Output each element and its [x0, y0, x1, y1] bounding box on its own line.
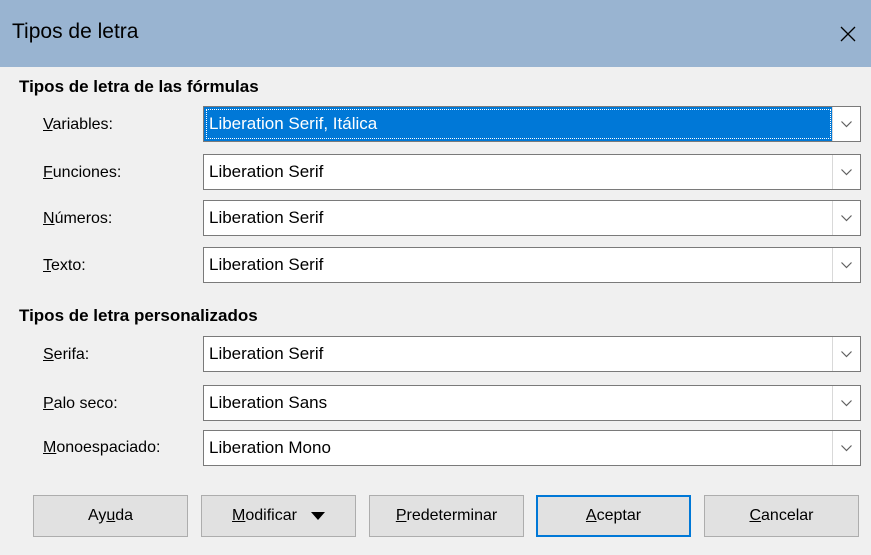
modify-button[interactable]: Modificar — [201, 495, 356, 537]
ok-button[interactable]: Aceptar — [536, 495, 691, 537]
chevron-down-icon — [841, 444, 852, 451]
help-button[interactable]: Ay u da — [33, 495, 188, 537]
functions-font-value: Liberation Serif — [209, 162, 324, 181]
chevron-down-icon — [841, 350, 852, 357]
functions-label: Funciones: — [43, 164, 122, 181]
formula-fonts-heading: Tipos de letra de las fórmulas — [19, 77, 259, 96]
custom-fonts-heading: Tipos de letra personalizados — [19, 306, 258, 325]
mono-font-value: Liberation Mono — [209, 438, 331, 457]
chevron-down-icon — [841, 399, 852, 406]
title-bar: Tipos de letra — [0, 0, 871, 67]
window-title: Tipos de letra — [12, 20, 139, 43]
variables-font-combo[interactable]: Liberation Serif, Itálica — [203, 106, 861, 142]
numbers-font-combo[interactable]: Liberation Serif — [203, 200, 861, 236]
variables-label: Variables: — [43, 116, 113, 133]
text-font-value: Liberation Serif — [209, 255, 324, 274]
close-button[interactable] — [825, 0, 871, 67]
mono-font-combo[interactable]: Liberation Mono — [203, 430, 861, 466]
variables-font-value: Liberation Serif, Itálica — [204, 107, 833, 141]
functions-font-combo[interactable]: Liberation Serif — [203, 154, 861, 190]
text-label: Texto: — [43, 257, 86, 274]
sans-dropdown-button[interactable] — [832, 386, 860, 420]
text-dropdown-button[interactable] — [832, 248, 860, 282]
chevron-down-icon — [841, 120, 852, 127]
sans-font-combo[interactable]: Liberation Sans — [203, 385, 861, 421]
cancel-button[interactable]: Cancelar — [704, 495, 859, 537]
chevron-down-icon — [841, 214, 852, 221]
sans-label: Palo seco: — [43, 395, 118, 412]
chevron-down-icon — [841, 261, 852, 268]
serif-label: Serifa: — [43, 346, 90, 363]
default-button[interactable]: Predeterminar — [369, 495, 524, 537]
variables-dropdown-button[interactable] — [832, 107, 860, 141]
functions-dropdown-button[interactable] — [832, 155, 860, 189]
dropdown-triangle-icon — [310, 512, 325, 520]
mono-label: Monoespaciado: — [43, 439, 161, 456]
numbers-dropdown-button[interactable] — [832, 201, 860, 235]
serif-dropdown-button[interactable] — [832, 337, 860, 371]
close-icon — [840, 26, 856, 41]
numbers-font-value: Liberation Serif — [209, 208, 324, 227]
text-font-combo[interactable]: Liberation Serif — [203, 247, 861, 283]
sans-font-value: Liberation Sans — [209, 393, 328, 412]
serif-font-value: Liberation Serif — [209, 344, 324, 363]
numbers-label: Números: — [43, 210, 113, 227]
chevron-down-icon — [841, 168, 852, 175]
mono-dropdown-button[interactable] — [832, 431, 860, 465]
serif-font-combo[interactable]: Liberation Serif — [203, 336, 861, 372]
